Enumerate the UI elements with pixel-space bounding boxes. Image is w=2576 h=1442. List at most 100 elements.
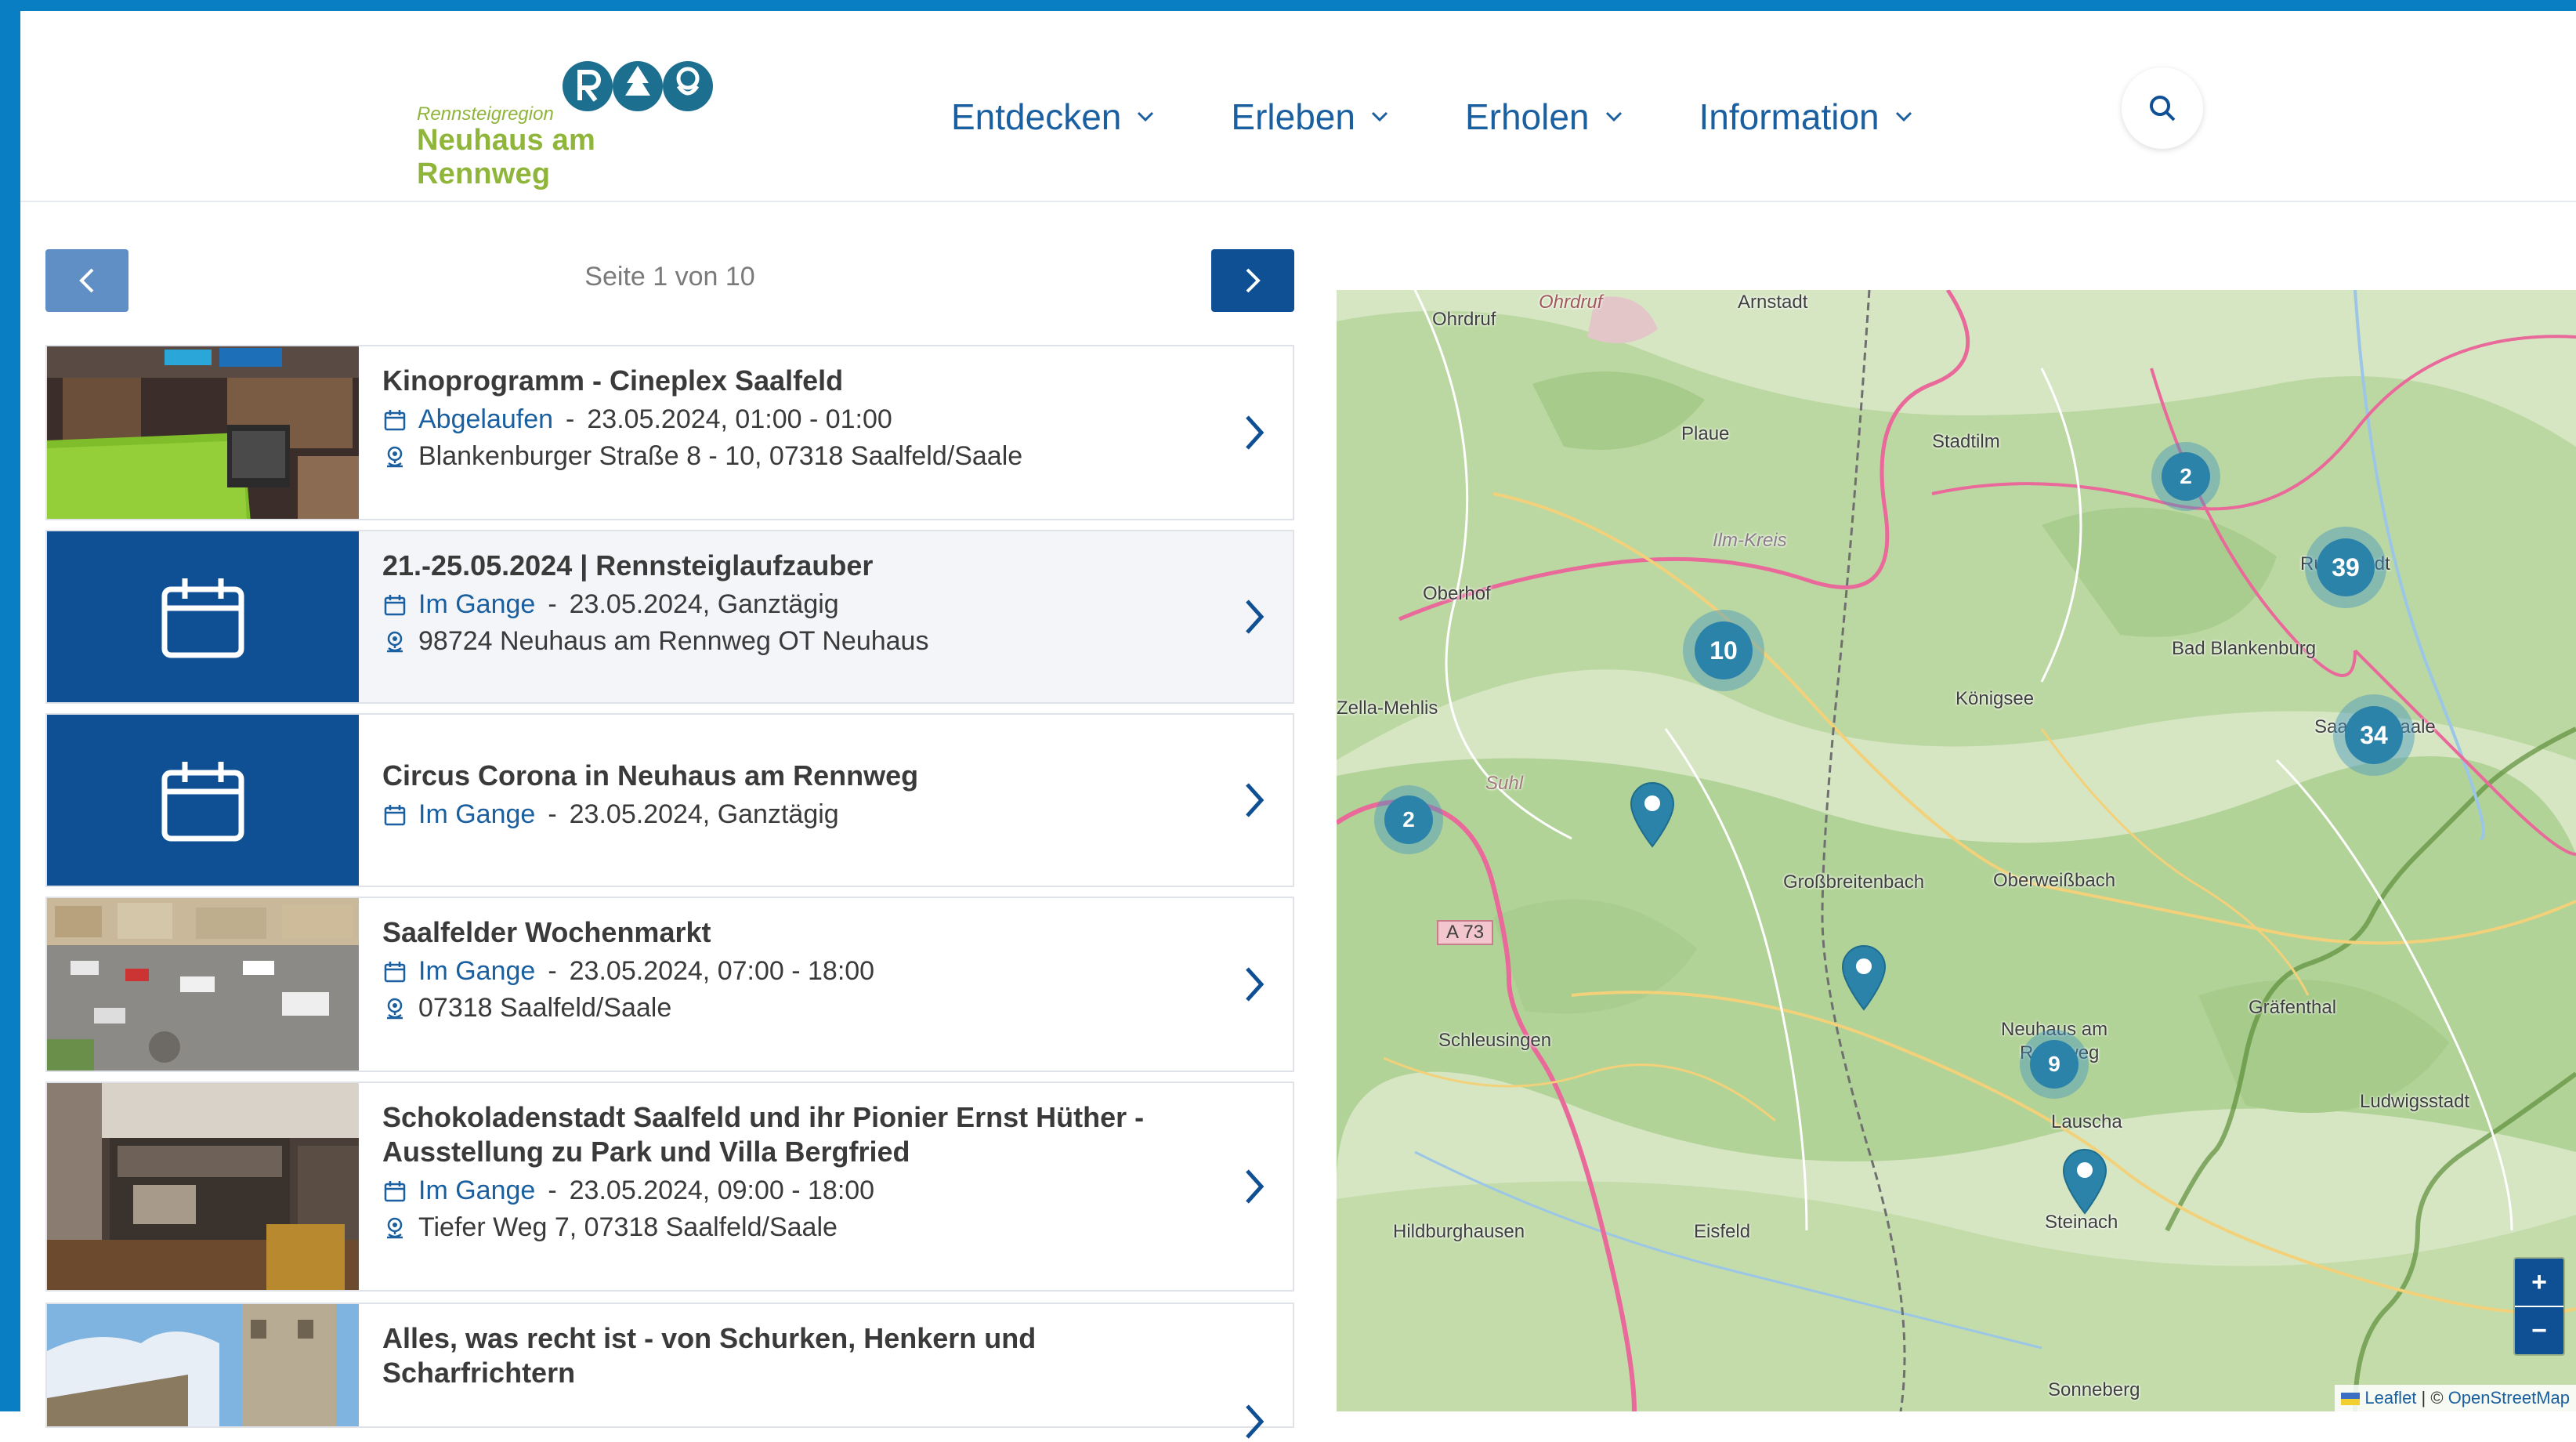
event-title[interactable]: Alles, was recht ist - von Schurken, Hen… [382, 1321, 1199, 1390]
chevron-down-icon [1138, 111, 1154, 122]
attribution-separator: | © [2416, 1388, 2448, 1408]
nav-entdecken[interactable]: Entdecken [951, 96, 1154, 138]
top-frame-bar [0, 0, 2576, 11]
calendar-thumb [47, 715, 359, 886]
chevron-left-icon [79, 268, 94, 293]
map-cluster-marker[interactable]: 9 [2020, 1030, 2089, 1099]
map-place-label: Arnstadt [1738, 292, 1808, 313]
separator: - [548, 589, 557, 619]
separator: - [548, 799, 557, 829]
page-indicator: Seite 1 von 10 [584, 262, 755, 292]
event-card[interactable]: Saalfelder Wochenmarkt Im Gange - 23.05.… [45, 897, 1294, 1072]
map-place-label: Ilm-Kreis [1713, 530, 1787, 551]
location-pin-icon [387, 1217, 403, 1238]
openstreetmap-link[interactable]: OpenStreetMap [2448, 1388, 2570, 1408]
map-place-label: Hildburghausen [1393, 1221, 1525, 1242]
zoom-out-button[interactable]: − [2515, 1306, 2563, 1354]
chevron-down-icon [1605, 111, 1622, 122]
event-title[interactable]: Circus Corona in Neuhaus am Rennweg [382, 759, 1199, 793]
map-tiles[interactable] [1337, 290, 2576, 1411]
chevron-right-icon[interactable] [1243, 780, 1266, 821]
map-pin-icon[interactable] [1840, 944, 1888, 1011]
event-date-line: Im Gange - 23.05.2024, Ganztägig [382, 589, 1199, 620]
location-pin-icon [387, 631, 403, 652]
previous-page-button[interactable] [45, 249, 128, 312]
cluster-count: 9 [2030, 1040, 2079, 1089]
map-place-label: Oberweißbach [1993, 870, 2116, 891]
map-cluster-marker[interactable]: 34 [2333, 694, 2415, 776]
tower-photo [47, 1304, 359, 1426]
calendar-icon [384, 1180, 406, 1201]
event-date: 23.05.2024, Ganztägig [569, 589, 839, 619]
event-title[interactable]: Schokoladenstadt Saalfeld und ihr Pionie… [382, 1100, 1199, 1169]
chevron-down-icon [1895, 111, 1912, 122]
calendar-icon [384, 409, 406, 430]
event-status: Im Gange [418, 589, 536, 619]
calendar-icon [161, 578, 244, 658]
map-cluster-marker[interactable]: 2 [2151, 442, 2220, 511]
nav-erleben[interactable]: Erleben [1231, 96, 1388, 138]
nav-erholen-label: Erholen [1464, 96, 1590, 137]
map-cluster-marker[interactable]: 10 [1683, 610, 1764, 691]
map-cluster-marker[interactable]: 39 [2305, 527, 2386, 608]
event-address-line: Tiefer Weg 7, 07318 Saalfeld/Saale [382, 1212, 1199, 1243]
map-place-label: Großbreitenbach [1783, 871, 1925, 893]
chevron-right-icon[interactable] [1243, 964, 1266, 1005]
nav-entdecken-label: Entdecken [951, 96, 1122, 137]
event-address: Tiefer Weg 7, 07318 Saalfeld/Saale [418, 1212, 838, 1242]
separator: - [548, 956, 557, 986]
event-date: 23.05.2024, 09:00 - 18:00 [569, 1176, 875, 1205]
event-title[interactable]: Kinoprogramm - Cineplex Saalfeld [382, 364, 1199, 398]
map-place-label: Ohrdruf [1539, 292, 1603, 313]
event-status: Im Gange [418, 956, 536, 986]
map-place-label: Ohrdruf [1432, 309, 1496, 330]
zoom-in-button[interactable]: + [2515, 1259, 2563, 1306]
location-pin-icon [387, 998, 403, 1019]
map-cluster-marker[interactable]: 2 [1374, 785, 1443, 854]
map-place-label: Eisfeld [1694, 1221, 1751, 1242]
ukraine-flag-icon [2341, 1393, 2361, 1406]
event-address-line: 07318 Saalfeld/Saale [382, 993, 1199, 1024]
map-place-label: Bad Blankenburg [2172, 638, 2317, 659]
map-pin-icon[interactable] [1628, 781, 1677, 848]
event-card[interactable]: Kinoprogramm - Cineplex Saalfeld Abgelau… [45, 345, 1294, 520]
calendar-thumb [47, 531, 359, 702]
chevron-right-icon[interactable] [1243, 596, 1266, 637]
event-card[interactable]: Alles, was recht ist - von Schurken, Hen… [45, 1303, 1294, 1439]
search-icon [2150, 96, 2176, 121]
chevron-right-icon[interactable] [1243, 1401, 1266, 1442]
calendar-icon [161, 762, 244, 842]
event-title[interactable]: 21.-25.05.2024 | Rennsteiglaufzauber [382, 549, 1199, 583]
chevron-right-icon[interactable] [1243, 1166, 1266, 1207]
cluster-count: 34 [2345, 706, 2403, 764]
event-card[interactable]: Circus Corona in Neuhaus am Rennweg Im G… [45, 713, 1294, 887]
separator: - [566, 404, 575, 434]
nav-erholen[interactable]: Erholen [1465, 96, 1623, 138]
map-place-label: Suhl [1485, 773, 1524, 794]
event-address-line: 98724 Neuhaus am Rennweg OT Neuhaus [382, 626, 1199, 657]
map-place-label: Steinach [2045, 1212, 2118, 1233]
next-page-button[interactable] [1211, 249, 1294, 312]
calendar-icon [384, 594, 406, 615]
map-place-label: Lauscha [2051, 1111, 2122, 1132]
search-button[interactable] [2122, 67, 2203, 149]
site-header: Rennsteigregion Neuhaus am Rennweg Entde… [20, 11, 2576, 202]
chevron-down-icon [1371, 111, 1388, 122]
chevron-right-icon[interactable] [1243, 412, 1266, 453]
event-date: 23.05.2024, 01:00 - 01:00 [587, 404, 892, 434]
leaflet-link[interactable]: Leaflet [2364, 1388, 2416, 1408]
event-date: 23.05.2024, 07:00 - 18:00 [569, 956, 875, 986]
left-frame-bar [0, 0, 20, 1411]
nav-information[interactable]: Information [1699, 96, 1912, 138]
event-map[interactable]: Ohrdruf Ohrdruf Arnstadt Plaue Stadtilm … [1337, 290, 2576, 1411]
event-date-line: Abgelaufen - 23.05.2024, 01:00 - 01:00 [382, 404, 1199, 435]
event-status: Abgelaufen [418, 404, 554, 434]
map-pin-icon[interactable] [2060, 1147, 2109, 1215]
calendar-icon [384, 804, 406, 825]
location-pin-icon [387, 446, 403, 467]
event-card[interactable]: Schokoladenstadt Saalfeld und ihr Pionie… [45, 1082, 1294, 1292]
event-title[interactable]: Saalfelder Wochenmarkt [382, 915, 1199, 950]
site-logo[interactable]: Rennsteigregion Neuhaus am Rennweg [396, 55, 725, 190]
market-photo [47, 898, 359, 1071]
event-card[interactable]: 21.-25.05.2024 | Rennsteiglaufzauber Im … [45, 530, 1294, 704]
